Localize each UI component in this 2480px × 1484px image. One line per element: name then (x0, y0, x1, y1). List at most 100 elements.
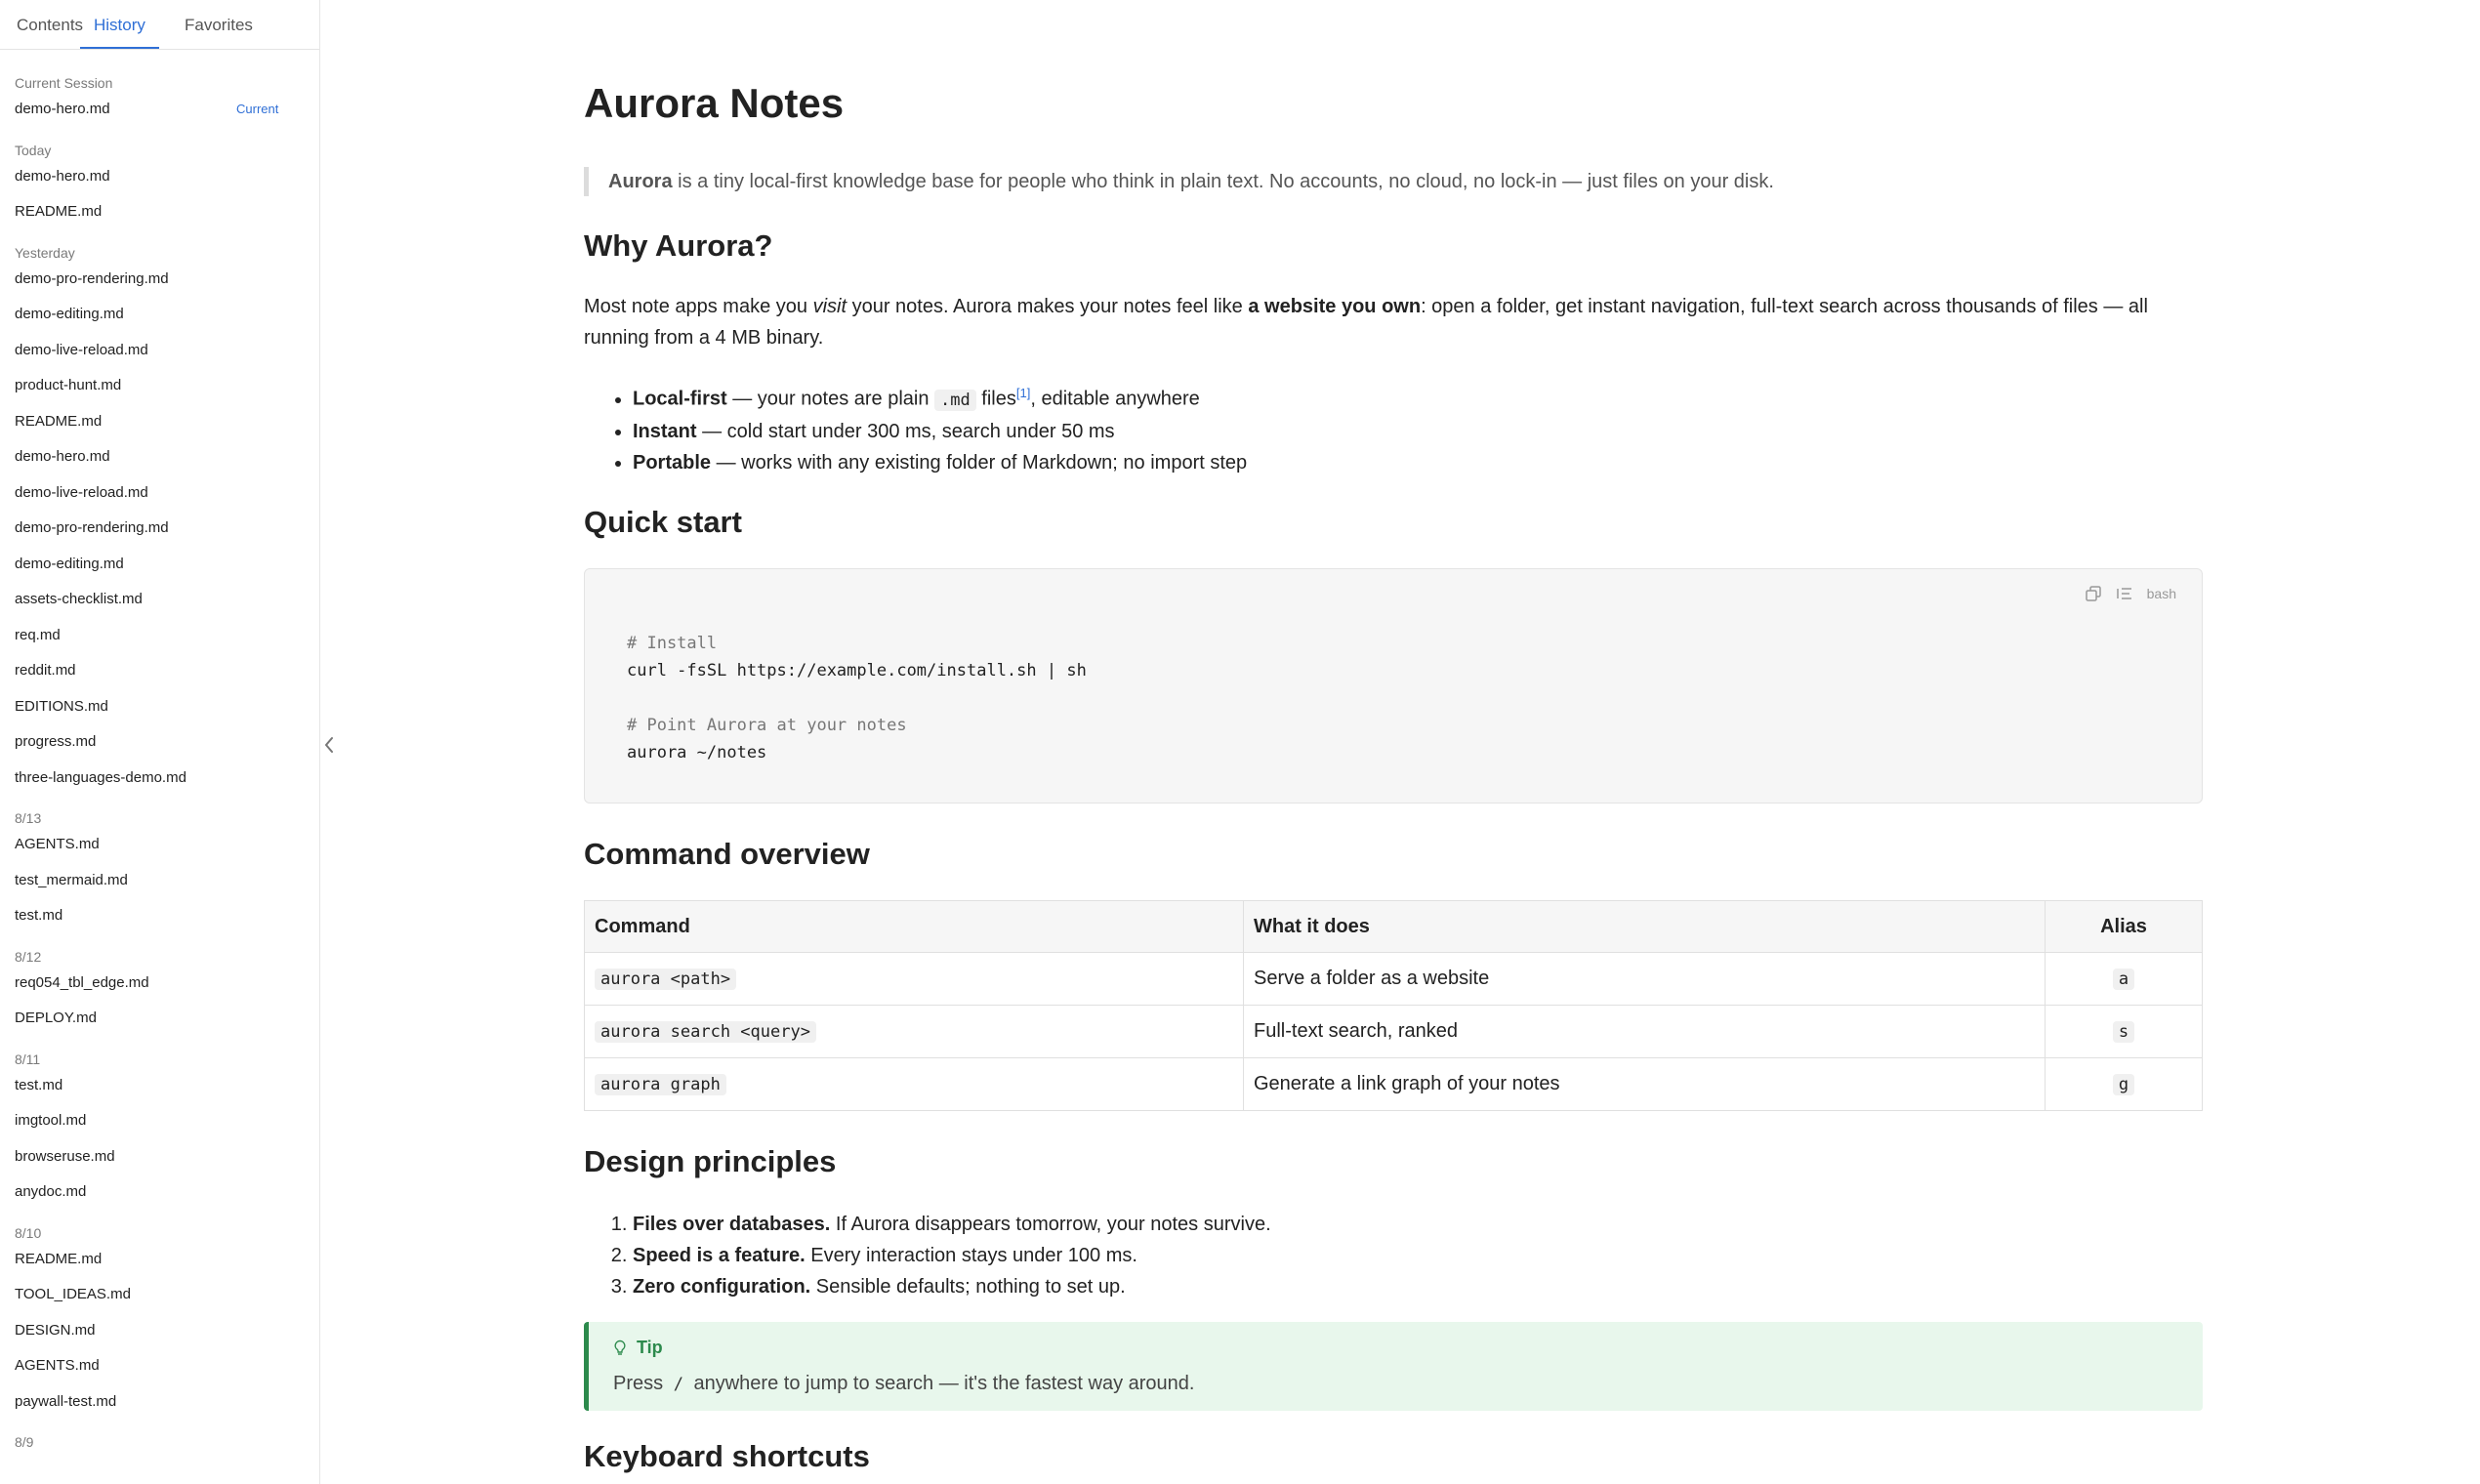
sidebar: Contents History Favorites Current Sessi… (0, 0, 320, 1484)
history-item[interactable]: demo-live-reload.md (15, 484, 148, 501)
inline-code: aurora graph (595, 1074, 726, 1095)
history-item[interactable]: demo-hero.md (15, 448, 110, 465)
feature-text: — works with any existing folder of Mark… (711, 451, 1248, 474)
history-item[interactable]: imgtool.md (15, 1112, 86, 1129)
history-item[interactable]: demo-hero.md (15, 168, 110, 185)
principle-text: Every interaction stays under 100 ms. (805, 1245, 1137, 1266)
tab-contents[interactable]: Contents (17, 0, 83, 47)
feature-strong: Instant (633, 420, 697, 442)
history-item[interactable]: demo-editing.md (15, 306, 124, 322)
history-item[interactable]: AGENTS.md (15, 836, 100, 852)
list-item: Speed is a feature. Every interaction st… (633, 1240, 1271, 1271)
tip-text: anywhere to jump to search — it's the fa… (687, 1373, 1195, 1394)
history-item[interactable]: demo-live-reload.md (15, 342, 148, 358)
feature-strong: Local-first (633, 388, 727, 410)
footnote-link[interactable]: [1] (1016, 386, 1030, 400)
table-header-row: Command What it does Alias (584, 900, 2203, 953)
history-item[interactable]: req.md (15, 627, 61, 643)
history-group-label: 8/11 (15, 1051, 41, 1067)
table-cell: aurora <path> (584, 952, 1244, 1006)
table-header: What it does (1243, 900, 2046, 953)
why-text-2: your notes. Aurora makes your notes feel… (847, 296, 1249, 317)
history-item[interactable]: reddit.md (15, 662, 76, 679)
history-item[interactable]: demo-hero.md (15, 101, 110, 117)
heading-keyboard-shortcuts: Keyboard shortcuts (584, 1439, 870, 1473)
why-text-4: running from a 4 MB binary. (584, 327, 824, 349)
history-group-label: Today (15, 142, 52, 158)
table-header: Command (584, 900, 1244, 953)
history-item[interactable]: README.md (15, 1251, 102, 1267)
tab-favorites[interactable]: Favorites (185, 0, 253, 47)
history-item[interactable]: README.md (15, 413, 102, 430)
history-item[interactable]: product-hunt.md (15, 377, 121, 393)
history-item[interactable]: anydoc.md (15, 1183, 86, 1200)
why-text-3: : open a folder, get instant navigation,… (1421, 296, 2148, 317)
history-item[interactable]: three-languages-demo.md (15, 769, 186, 786)
intro-strong: Aurora (608, 171, 673, 192)
principle-text: If Aurora disappears tomorrow, your note… (830, 1214, 1271, 1235)
history-group-label: 8/13 (15, 810, 42, 826)
inline-code: s (2112, 1021, 2135, 1043)
history-item[interactable]: test.md (15, 1077, 62, 1093)
copy-button[interactable] (2085, 585, 2102, 602)
inline-code: aurora <path> (595, 969, 737, 990)
list-item: Zero configuration. Sensible defaults; n… (633, 1271, 1271, 1302)
principle-text: Sensible defaults; nothing to set up. (810, 1276, 1126, 1298)
sidebar-tabs: Contents History Favorites (0, 0, 319, 50)
list-item: Portable — works with any existing folde… (633, 447, 1247, 478)
tab-history[interactable]: History (80, 0, 159, 49)
table-cell: s (2045, 1005, 2203, 1058)
intro-blockquote: Aurora is a tiny local-first knowledge b… (584, 167, 2203, 196)
feature-list: Local-first — your notes are plain .md f… (584, 377, 1247, 478)
history-item[interactable]: DESIGN.md (15, 1322, 96, 1339)
inline-code: .md (934, 389, 976, 411)
code-line: aurora ~/notes (627, 743, 767, 763)
history-item[interactable]: demo-editing.md (15, 556, 124, 572)
table-row: aurora graph Generate a link graph of yo… (584, 1057, 2203, 1111)
history-item[interactable]: assets-checklist.md (15, 591, 143, 607)
history-item[interactable]: paywall-test.md (15, 1393, 116, 1410)
history-group-label: 8/12 (15, 948, 42, 965)
lightbulb-icon (614, 1340, 626, 1355)
collapse-sidebar-button[interactable] (318, 730, 340, 760)
tip-callout: Tip Press / anywhere to jump to search —… (584, 1322, 2203, 1411)
history-item[interactable]: EDITIONS.md (15, 698, 108, 715)
history-item[interactable]: DEPLOY.md (15, 1010, 97, 1026)
heading-design-principles: Design principles (584, 1144, 837, 1178)
list-item: Instant — cold start under 300 ms, searc… (633, 416, 1247, 447)
tip-text: Press (613, 1373, 669, 1394)
history-item[interactable]: demo-pro-rendering.md (15, 519, 169, 536)
history-item[interactable]: TOOL_IDEAS.md (15, 1286, 131, 1302)
principle-strong: Zero configuration. (633, 1276, 811, 1298)
tip-body: Press / anywhere to jump to search — it'… (613, 1373, 1194, 1395)
history-item[interactable]: demo-pro-rendering.md (15, 270, 169, 287)
heading-quick-start: Quick start (584, 505, 742, 539)
table-cell: Generate a link graph of your notes (1243, 1057, 2046, 1111)
why-strong: a website you own (1248, 296, 1422, 317)
table-header: Alias (2045, 900, 2203, 953)
inline-code: g (2112, 1074, 2135, 1095)
principles-list: Files over databases. If Aurora disappea… (584, 1209, 1271, 1302)
table-cell: aurora graph (584, 1057, 1244, 1111)
history-item[interactable]: browseruse.md (15, 1148, 115, 1165)
command-table: Command What it does Alias aurora <path>… (584, 900, 2203, 1111)
feature-text: — your notes are plain (726, 388, 935, 410)
code-line: curl -fsSL https://example.com/install.s… (627, 661, 1087, 680)
feature-text: — cold start under 300 ms, search under … (696, 420, 1115, 442)
table-cell: a (2045, 952, 2203, 1006)
history-item[interactable]: req054_tbl_edge.md (15, 974, 149, 991)
history-item[interactable]: AGENTS.md (15, 1357, 100, 1374)
history-item[interactable]: README.md (15, 203, 102, 220)
history-item[interactable]: test_mermaid.md (15, 872, 128, 888)
table-row: aurora <path> Serve a folder as a websit… (584, 952, 2203, 1006)
kbd-key: / (673, 1375, 683, 1394)
history-group-label: Yesterday (15, 244, 75, 261)
line-numbers-button[interactable] (2116, 585, 2133, 602)
history-item[interactable]: test.md (15, 907, 62, 924)
history-item[interactable]: progress.md (15, 733, 96, 750)
history-group-label: 8/10 (15, 1224, 42, 1241)
chevron-left-icon (325, 737, 333, 753)
feature-text: , editable anywhere (1030, 388, 1200, 410)
list-numbers-icon (2116, 588, 2131, 599)
why-paragraph: Most note apps make you visit your notes… (584, 291, 2205, 353)
